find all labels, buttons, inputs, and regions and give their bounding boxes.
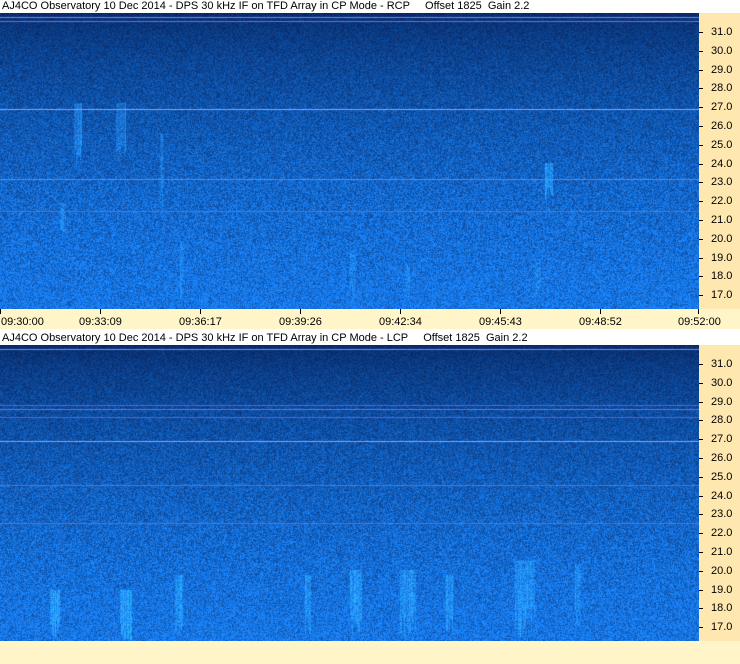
x-tick-label: 09:52:00 (678, 316, 721, 328)
y-tick-label: 20.0 (711, 232, 733, 245)
y-tick (699, 382, 703, 384)
y-tick-label: 26.0 (711, 452, 733, 464)
y-tick-label: 27.0 (711, 101, 733, 114)
y-tick (699, 476, 703, 478)
x-tick-label: 09:33:09 (79, 316, 122, 328)
y-tick-label: 18.0 (711, 602, 733, 615)
y-tick (699, 126, 703, 127)
y-tick (699, 238, 703, 240)
y-tick-label: 29.0 (711, 63, 733, 76)
y-tick (699, 401, 703, 403)
lcp-title: AJ4CO Observatory 10 Dec 2014 - DPS 30 k… (0, 332, 740, 345)
y-tick-label: 22.0 (711, 527, 733, 540)
y-tick (699, 276, 703, 278)
y-tick-label: 27.0 (711, 433, 733, 446)
x-tick (300, 309, 301, 314)
y-tick-label: 30.0 (711, 376, 733, 389)
y-tick-label: 31.0 (711, 26, 733, 38)
y-tick (699, 201, 703, 203)
y-tick-label: 21.0 (711, 546, 733, 558)
y-tick (699, 88, 703, 90)
y-tick (699, 32, 703, 33)
x-tick (600, 309, 601, 314)
y-tick (699, 533, 703, 535)
y-tick-label: 28.0 (711, 82, 733, 95)
x-tick-label: 09:36:17 (179, 316, 222, 328)
y-tick-label: 26.0 (711, 120, 733, 132)
y-tick-label: 31.0 (711, 358, 733, 370)
y-tick (699, 295, 703, 297)
y-tick-label: 30.0 (711, 44, 733, 57)
x-tick (0, 309, 1, 314)
y-tick-label: 25.0 (711, 470, 733, 483)
lcp-frequency-axis: 31.0 30.0 29.0 28.0 27.0 26.0 25.0 24.0 23.0 22.0… (699, 345, 740, 641)
y-tick-label: 28.0 (711, 414, 733, 427)
y-tick-label: 25.0 (711, 138, 733, 151)
x-tick (400, 309, 401, 314)
y-tick-label: 19.0 (711, 251, 733, 264)
y-tick (699, 182, 703, 184)
y-tick (699, 514, 703, 516)
y-tick-label: 19.0 (711, 583, 733, 596)
y-tick-label: 22.0 (711, 195, 733, 208)
bottom-status-strip (0, 641, 740, 664)
y-tick (699, 570, 703, 572)
y-tick-label: 17.0 (711, 289, 733, 302)
y-tick (699, 364, 703, 365)
y-tick (699, 107, 703, 109)
y-tick (699, 163, 703, 165)
time-axis: 09:30:00 09:33:09 09:36:17 09:39:26 09:42:34… (0, 309, 740, 329)
y-tick-label: 21.0 (711, 214, 733, 226)
rcp-frequency-axis: 31.0 30.0 29.0 28.0 27.0 26.0 25.0 24.0 23.0 22.0… (699, 13, 740, 309)
rcp-spectrogram (0, 13, 699, 309)
x-tick-label: 09:39:26 (279, 316, 322, 328)
y-tick-label: 23.0 (711, 508, 733, 521)
rcp-panel: AJ4CO Observatory 10 Dec 2014 - DPS 30 k… (0, 0, 740, 329)
x-tick (698, 309, 699, 314)
y-tick-label: 18.0 (711, 270, 733, 283)
y-tick-label: 23.0 (711, 176, 733, 189)
x-tick (100, 309, 101, 314)
rcp-title: AJ4CO Observatory 10 Dec 2014 - DPS 30 k… (0, 0, 740, 13)
x-tick-label: 09:42:34 (379, 316, 422, 328)
y-tick (699, 552, 703, 553)
y-tick (699, 257, 703, 259)
y-tick (699, 439, 703, 441)
x-tick-label: 09:45:43 (479, 316, 522, 328)
y-tick (699, 608, 703, 610)
y-tick (699, 50, 703, 52)
x-tick (200, 309, 201, 314)
y-tick-label: 17.0 (711, 621, 733, 634)
y-tick-label: 24.0 (711, 157, 733, 170)
lcp-spectrogram (0, 345, 699, 641)
y-tick-label: 29.0 (711, 395, 733, 408)
y-tick (699, 220, 703, 221)
y-tick (699, 420, 703, 422)
y-tick (699, 458, 703, 459)
x-tick-label: 09:48:52 (579, 316, 622, 328)
y-tick (699, 144, 703, 146)
lcp-panel: AJ4CO Observatory 10 Dec 2014 - DPS 30 k… (0, 332, 740, 641)
y-tick (699, 69, 703, 71)
x-tick (500, 309, 501, 314)
x-tick-label: 09:30:00 (1, 316, 44, 328)
y-tick-label: 20.0 (711, 564, 733, 577)
y-tick-label: 24.0 (711, 489, 733, 502)
y-tick (699, 589, 703, 591)
y-tick (699, 495, 703, 497)
y-tick (699, 627, 703, 629)
